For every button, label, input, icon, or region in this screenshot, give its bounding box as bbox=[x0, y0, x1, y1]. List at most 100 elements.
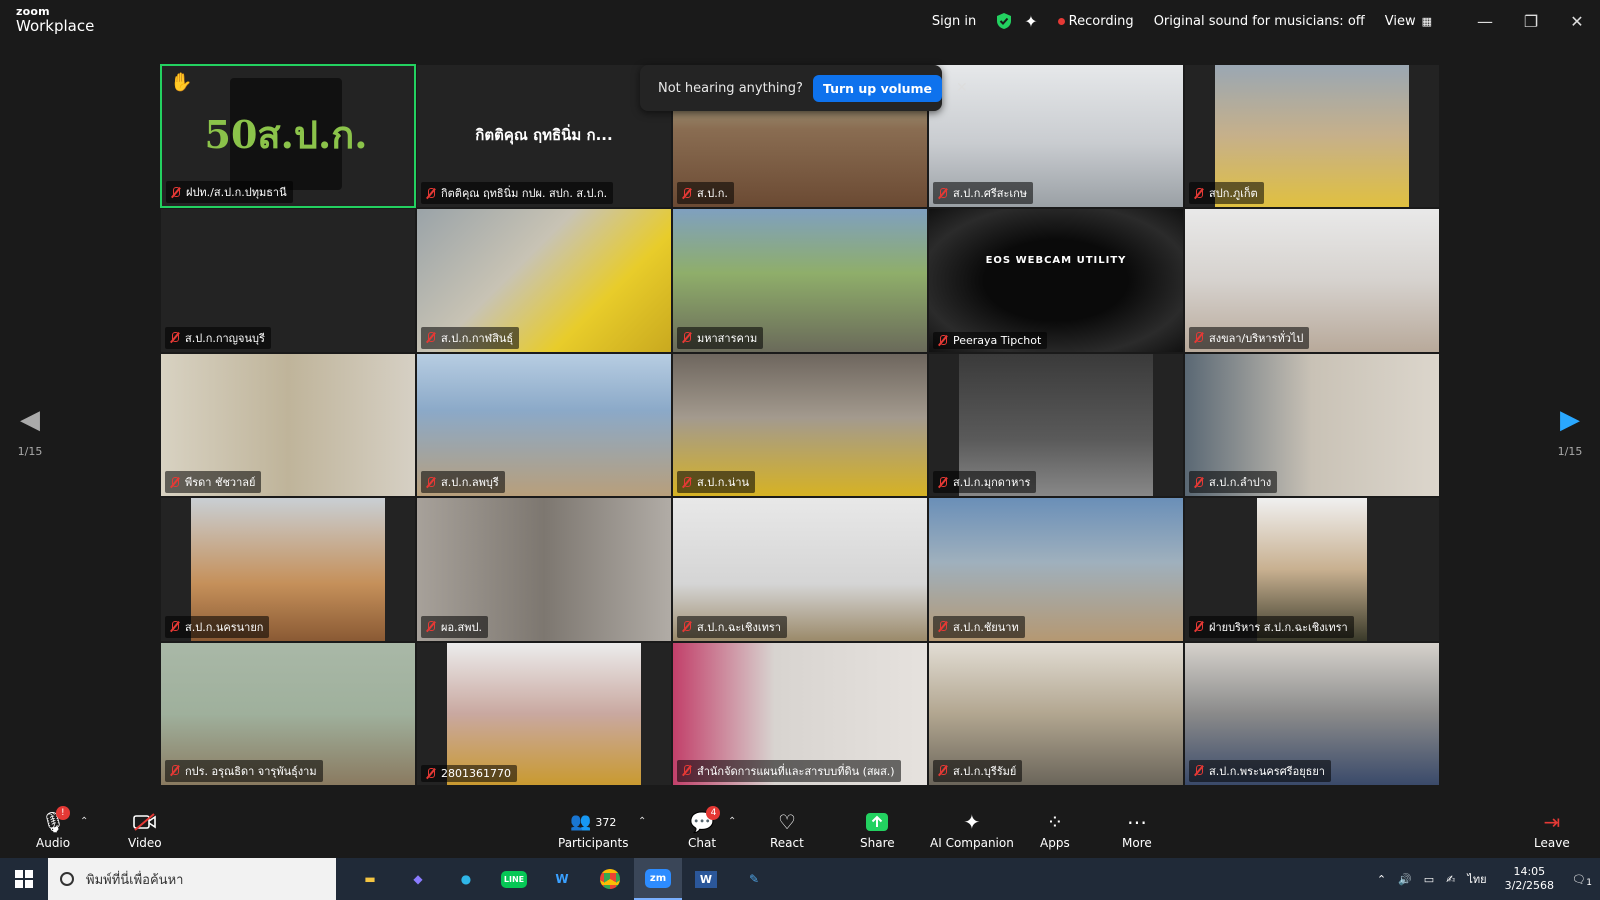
network-icon[interactable]: ▭ bbox=[1424, 873, 1434, 886]
video-tile[interactable]: 2801361770 bbox=[416, 641, 672, 786]
close-icon[interactable]: ✕ bbox=[956, 80, 968, 96]
participant-name: ส.ป.ก.ศรีสะเกษ bbox=[933, 182, 1034, 205]
video-tile[interactable]: ส.ป.ก.ลำปาง bbox=[1184, 352, 1440, 498]
participant-name: ส.ป.ก.กาญจนบุรี bbox=[165, 326, 271, 349]
video-tile[interactable]: สงขลา/บริหารทั่วไป bbox=[1184, 208, 1440, 353]
participant-name: Peeraya Tipchot bbox=[933, 331, 1048, 349]
next-page-button[interactable]: ▶ 1/15 bbox=[1540, 407, 1600, 507]
apps-button[interactable]: ⁘ Apps bbox=[1040, 810, 1070, 850]
participants-button[interactable]: 👥 372 Participants bbox=[558, 810, 629, 850]
view-button[interactable]: View ▦ bbox=[1385, 14, 1432, 29]
participant-name: พีรดา ชัชวาลย์ bbox=[165, 471, 262, 494]
record-dot-icon bbox=[1057, 17, 1065, 25]
participant-name: 2801361770 bbox=[421, 764, 517, 782]
leave-button[interactable]: ⇥ Leave bbox=[1534, 810, 1570, 850]
title-bar: zoom Workplace Sign in ✦ Recording Origi… bbox=[0, 0, 1600, 42]
mic-muted-icon bbox=[1193, 476, 1204, 488]
file-explorer-icon[interactable]: ▬ bbox=[346, 858, 394, 900]
paint-icon[interactable]: ✎ bbox=[730, 858, 778, 900]
video-tile[interactable]: ส.ป.ก.ลพบุรี bbox=[416, 352, 672, 498]
line-icon[interactable]: LINE bbox=[490, 858, 538, 900]
mic-muted-icon bbox=[681, 332, 692, 343]
original-sound-toggle[interactable]: Original sound for musicians: off bbox=[1154, 14, 1365, 29]
mic-muted-icon bbox=[1193, 187, 1204, 199]
video-tile[interactable]: มหาสารคาม bbox=[672, 208, 928, 353]
video-tile[interactable]: ส.ป.ก.ฉะเชิงเทรา bbox=[672, 497, 928, 642]
turn-up-volume-button[interactable]: Turn up volume bbox=[812, 74, 943, 102]
participant-name: ส.ป.ก.น่าน bbox=[677, 471, 756, 494]
video-tile[interactable]: ส.ป.ก.กาฬสินธุ์ bbox=[416, 208, 672, 353]
taskbar-search-input[interactable]: พิมพ์ที่นี่เพื่อค้นหา bbox=[48, 858, 336, 900]
speaker-icon[interactable]: 🔊 bbox=[1398, 873, 1412, 886]
mic-muted-icon bbox=[425, 767, 436, 779]
grid-icon: ▦ bbox=[1421, 14, 1432, 28]
chevron-up-icon[interactable]: ⌃ bbox=[1377, 873, 1386, 886]
video-tile[interactable]: ส.ป.ก.ชัยนาท bbox=[928, 497, 1184, 642]
mic-muted-icon bbox=[681, 187, 692, 199]
language-indicator[interactable]: ไทย bbox=[1467, 870, 1486, 888]
chat-button[interactable]: 💬 4 Chat bbox=[688, 806, 721, 850]
sparkle-icon[interactable]: ✦ bbox=[1024, 12, 1037, 31]
mic-muted-icon bbox=[1193, 765, 1204, 776]
video-tile[interactable]: ส.ป.ก.กาญจนบุรี bbox=[160, 208, 416, 353]
video-tile[interactable]: ส.ป.ก.น่าน bbox=[672, 352, 928, 498]
minimize-icon[interactable]: — bbox=[1462, 0, 1508, 42]
video-tile[interactable]: ส.ป.ก.พระนครศรีอยุธยา bbox=[1184, 641, 1440, 786]
webex-icon[interactable]: W bbox=[538, 858, 586, 900]
video-tile[interactable]: กปร. อรุณธิดา จารุพันธุ์งาม bbox=[160, 641, 416, 786]
pen-icon[interactable]: ✍ bbox=[1446, 873, 1455, 886]
chevron-up-icon[interactable]: ⌃ bbox=[80, 816, 88, 827]
video-tile[interactable]: ส.ป.ก.บุรีรัมย์ bbox=[928, 641, 1184, 786]
sparkle-icon: ✦ bbox=[963, 810, 981, 834]
chevron-up-icon[interactable]: ⌃ bbox=[638, 816, 646, 827]
notifications-icon[interactable]: 🗨 1 bbox=[1572, 873, 1592, 888]
mic-muted-icon bbox=[169, 765, 180, 776]
prev-page-button[interactable]: ◀ 1/15 bbox=[0, 407, 60, 507]
mic-muted-icon bbox=[937, 187, 948, 199]
restore-icon[interactable]: ❐ bbox=[1508, 0, 1554, 42]
word-icon[interactable]: W bbox=[682, 858, 730, 900]
clock-date: 3/2/2568 bbox=[1504, 879, 1555, 892]
share-button[interactable]: Share bbox=[860, 810, 895, 850]
video-tile[interactable]: EOS WEBCAM UTILITY Peeraya Tipchot bbox=[928, 208, 1184, 353]
video-tile[interactable]: ผอ.สพป. bbox=[416, 497, 672, 642]
participant-name: ส.ป.ก. bbox=[677, 182, 734, 205]
react-button[interactable]: ♡ React bbox=[770, 810, 804, 850]
edge-icon[interactable]: ● bbox=[442, 858, 490, 900]
mic-muted-icon bbox=[1193, 621, 1204, 632]
audio-button[interactable]: 🎙! Audio bbox=[36, 806, 70, 850]
search-icon bbox=[60, 872, 74, 886]
chat-badge: 4 bbox=[706, 806, 721, 820]
participant-name: ฝปท./ส.ป.ก.ปทุมธานี bbox=[166, 181, 293, 204]
mic-muted-icon bbox=[425, 621, 436, 632]
ai-companion-button[interactable]: ✦ AI Companion bbox=[930, 810, 1014, 850]
close-icon[interactable]: ✕ bbox=[1554, 0, 1600, 42]
windows-start-icon[interactable] bbox=[0, 858, 48, 900]
participant-name: มหาสารคาม bbox=[677, 326, 764, 349]
more-button[interactable]: ⋯ More bbox=[1122, 810, 1152, 850]
video-tile[interactable]: พีรดา ชัชวาลย์ bbox=[160, 352, 416, 498]
participant-name: กปร. อรุณธิดา จารุพันธุ์งาม bbox=[165, 759, 323, 782]
toast-message: Not hearing anything? bbox=[658, 80, 803, 96]
video-tile[interactable]: สปก.ภูเก็ต bbox=[1184, 64, 1440, 209]
apps-icon: ⁘ bbox=[1046, 810, 1064, 834]
taskbar-clock[interactable]: 14:05 3/2/2568 bbox=[1505, 865, 1554, 894]
video-tile[interactable]: ฝ่ายบริหาร ส.ป.ก.ฉะเชิงเทรา bbox=[1184, 497, 1440, 642]
sign-in-link[interactable]: Sign in bbox=[932, 14, 976, 29]
participant-name: ส.ป.ก.ชัยนาท bbox=[933, 615, 1025, 638]
zoom-app-icon[interactable]: zm bbox=[634, 858, 682, 900]
video-tile[interactable]: ส.ป.ก.มุกดาหาร bbox=[928, 352, 1184, 498]
participants-icon: 👥 bbox=[570, 812, 592, 832]
chevron-right-icon: ▶ bbox=[1560, 405, 1580, 435]
video-tile[interactable]: ✋ 50ส.ป.ก. ฝปท./ส.ป.ก.ปทุมธานี bbox=[160, 64, 416, 209]
video-tile[interactable]: กิตติคุณ ฤทธินิ่ม ก... กิตติคุณ ฤทธินิ่ม… bbox=[416, 64, 672, 209]
video-button[interactable]: Video bbox=[128, 810, 162, 850]
shield-icon[interactable] bbox=[996, 12, 1012, 30]
copilot-icon[interactable]: ◆ bbox=[394, 858, 442, 900]
notification-count: 1 bbox=[1586, 877, 1592, 888]
video-tile[interactable]: ส.ป.ก.นครนายก bbox=[160, 497, 416, 642]
chevron-up-icon[interactable]: ⌃ bbox=[728, 816, 736, 827]
video-tile[interactable]: สำนักจัดการแผนที่และสารบบที่ดิน (สผส.) bbox=[672, 641, 928, 786]
chrome-icon[interactable] bbox=[586, 858, 634, 900]
recording-indicator[interactable]: Recording bbox=[1057, 14, 1134, 29]
